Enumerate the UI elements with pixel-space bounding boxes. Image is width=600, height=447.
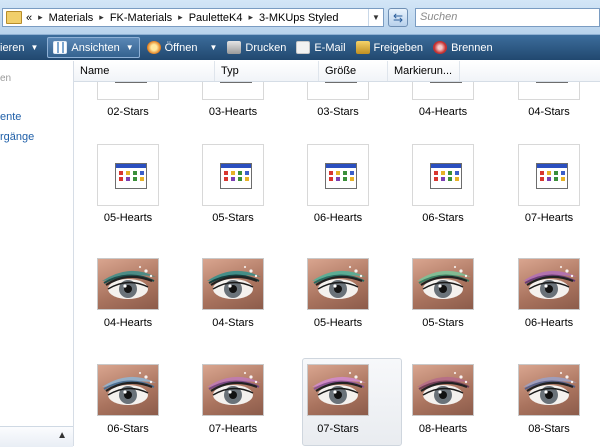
chevron-down-icon: ▼ bbox=[30, 43, 39, 52]
eye-makeup-thumbnail bbox=[97, 258, 159, 310]
eye-makeup-thumbnail bbox=[412, 364, 474, 416]
organize-label: ieren bbox=[0, 41, 25, 54]
document-file-icon bbox=[518, 82, 580, 100]
eye-makeup-thumbnail bbox=[412, 258, 474, 310]
eye-makeup-thumbnail bbox=[97, 364, 159, 416]
refresh-button[interactable]: ⇆ bbox=[388, 8, 408, 27]
open-button[interactable]: Öffnen ▼ bbox=[142, 37, 223, 58]
column-header-bar: Name Typ Größe Markierun... bbox=[74, 61, 600, 82]
document-file-icon bbox=[412, 82, 474, 100]
file-name-label: 05-Hearts bbox=[313, 317, 363, 329]
file-name-label: 04-Hearts bbox=[418, 106, 468, 118]
breadcrumb-overflow[interactable]: « bbox=[26, 12, 32, 24]
eye-makeup-thumbnail bbox=[307, 364, 369, 416]
file-name-label: 04-Hearts bbox=[103, 317, 153, 329]
breadcrumb-separator-icon[interactable]: ▸ bbox=[178, 12, 183, 23]
file-name-label: 05-Hearts bbox=[103, 212, 153, 224]
address-bar[interactable]: « ▸ Materials ▸ FK-Materials ▸ PauletteK… bbox=[2, 8, 384, 27]
column-header-type[interactable]: Typ bbox=[215, 61, 319, 81]
document-file-icon bbox=[97, 82, 159, 100]
folders-collapse-bar[interactable]: ▲ bbox=[0, 426, 73, 447]
file-name-label: 07-Hearts bbox=[208, 423, 258, 435]
chevron-down-icon: ▼ bbox=[209, 43, 218, 52]
share-label: Freigeben bbox=[373, 41, 424, 54]
nav-heading: en bbox=[0, 73, 12, 84]
burn-button[interactable]: Brennen bbox=[428, 37, 498, 58]
document-file-icon bbox=[97, 144, 159, 206]
document-file-icon bbox=[518, 144, 580, 206]
file-name-label: 03-Hearts bbox=[208, 106, 258, 118]
eye-makeup-thumbnail bbox=[202, 364, 264, 416]
file-name-label: 03-Stars bbox=[317, 106, 359, 118]
command-toolbar: ieren ▼ Ansichten ▼ Öffnen ▼ Drucken E-Mail… bbox=[0, 35, 600, 60]
file-name-label: 02-Stars bbox=[107, 106, 149, 118]
document-file-icon bbox=[307, 144, 369, 206]
breadcrumb-current-folder[interactable]: 3-MKUps Styled bbox=[259, 12, 338, 24]
views-label: Ansichten bbox=[71, 41, 120, 54]
file-name-label: 05-Stars bbox=[212, 212, 254, 224]
file-name-label: 06-Stars bbox=[422, 212, 464, 224]
share-button[interactable]: Freigeben bbox=[351, 37, 429, 58]
nav-link-documents[interactable]: ente bbox=[0, 111, 21, 123]
breadcrumb-paulettek4[interactable]: PauletteK4 bbox=[189, 12, 243, 24]
file-list-view[interactable]: 02-Stars 03-Hearts 03-Stars 04-Hearts 04-Sta… bbox=[74, 82, 600, 446]
eye-makeup-thumbnail bbox=[307, 258, 369, 310]
organize-button[interactable]: ieren ▼ bbox=[0, 37, 43, 58]
nav-link-recent[interactable]: rgänge bbox=[0, 131, 34, 143]
document-file-icon bbox=[307, 82, 369, 100]
print-button[interactable]: Drucken bbox=[222, 37, 291, 58]
navigation-pane: en ente rgänge ▲ bbox=[0, 61, 74, 447]
folder-icon bbox=[6, 11, 22, 24]
document-file-icon bbox=[202, 82, 264, 100]
column-header-size[interactable]: Größe bbox=[319, 61, 388, 81]
breadcrumb: « ▸ Materials ▸ FK-Materials ▸ PauletteK… bbox=[26, 12, 339, 24]
column-header-tags[interactable]: Markierun... bbox=[388, 61, 460, 81]
open-label: Öffnen bbox=[164, 41, 198, 54]
file-name-label: 05-Stars bbox=[422, 317, 464, 329]
email-button[interactable]: E-Mail bbox=[291, 37, 350, 58]
print-label: Drucken bbox=[245, 41, 287, 54]
search-input[interactable]: Suchen bbox=[415, 8, 600, 27]
file-name-label: 04-Stars bbox=[212, 317, 254, 329]
document-file-icon bbox=[202, 144, 264, 206]
chevron-up-icon: ▲ bbox=[57, 430, 67, 441]
breadcrumb-separator-icon[interactable]: ▸ bbox=[99, 12, 104, 23]
disc-icon bbox=[433, 41, 448, 54]
address-dropdown-icon[interactable]: ▼ bbox=[368, 9, 383, 26]
file-name-label: 04-Stars bbox=[528, 106, 570, 118]
file-name-label: 06-Hearts bbox=[524, 317, 574, 329]
eye-makeup-thumbnail bbox=[202, 258, 264, 310]
column-header-name[interactable]: Name bbox=[74, 61, 215, 81]
eye-makeup-thumbnail bbox=[518, 258, 580, 310]
views-button[interactable]: Ansichten ▼ bbox=[47, 37, 140, 58]
breadcrumb-fk-materials[interactable]: FK-Materials bbox=[110, 12, 172, 24]
file-name-label: 07-Stars bbox=[317, 423, 359, 435]
document-file-icon bbox=[412, 144, 474, 206]
eye-makeup-thumbnail bbox=[518, 364, 580, 416]
file-name-label: 08-Stars bbox=[528, 423, 570, 435]
email-label: E-Mail bbox=[314, 41, 346, 54]
open-icon bbox=[146, 41, 161, 54]
breadcrumb-materials[interactable]: Materials bbox=[49, 12, 94, 24]
burn-label: Brennen bbox=[451, 41, 493, 54]
file-name-label: 06-Stars bbox=[107, 423, 149, 435]
mail-icon bbox=[296, 41, 311, 54]
file-name-label: 06-Hearts bbox=[313, 212, 363, 224]
file-name-label: 07-Hearts bbox=[524, 212, 574, 224]
views-icon bbox=[53, 41, 68, 54]
breadcrumb-separator-icon[interactable]: ▸ bbox=[249, 12, 254, 23]
chevron-down-icon: ▼ bbox=[125, 43, 134, 52]
address-bar-area: « ▸ Materials ▸ FK-Materials ▸ PauletteK… bbox=[0, 0, 600, 35]
printer-icon bbox=[227, 41, 242, 54]
refresh-icon: ⇆ bbox=[392, 10, 404, 25]
breadcrumb-separator-icon[interactable]: ▸ bbox=[38, 12, 43, 23]
share-icon bbox=[355, 41, 370, 54]
file-name-label: 08-Hearts bbox=[418, 423, 468, 435]
